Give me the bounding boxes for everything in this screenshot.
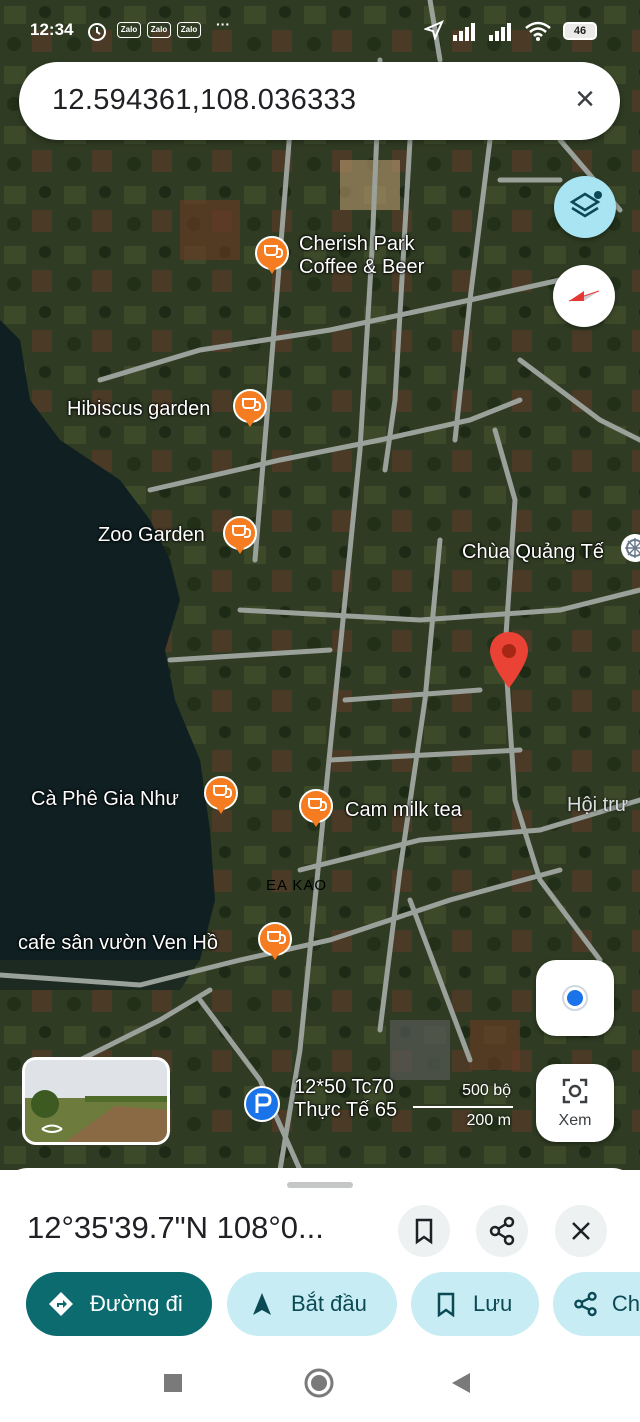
camera-lens-icon	[562, 1078, 588, 1104]
directions-button[interactable]: Đường đi	[26, 1272, 212, 1336]
poi-label: Cam milk tea	[345, 799, 462, 821]
share-button[interactable]	[476, 1205, 528, 1257]
navigation-icon	[253, 1293, 271, 1315]
share-icon	[489, 1216, 515, 1246]
location-arrow-icon	[424, 20, 444, 40]
location-pin-icon[interactable]	[488, 630, 530, 690]
status-time: 12:34	[30, 20, 74, 39]
save-chip-button[interactable]: Lưu	[411, 1272, 539, 1336]
zalo-notification-icon: Zalo	[147, 22, 171, 38]
poi-zoo-garden[interactable]: Zoo Garden	[98, 524, 205, 547]
directions-icon	[49, 1292, 73, 1316]
more-notifications-icon: ···	[216, 16, 230, 32]
parking-icon[interactable]	[243, 1085, 281, 1123]
save-label: Lưu	[473, 1291, 513, 1316]
save-button[interactable]	[398, 1205, 450, 1257]
search-bar[interactable]: 12.594361,108.036333 ×	[19, 62, 620, 140]
compass-icon	[568, 290, 600, 302]
layers-button[interactable]	[554, 176, 616, 238]
close-icon	[572, 1222, 590, 1240]
cafe-icon[interactable]	[258, 922, 292, 962]
area-label-partial: Hội trư	[567, 794, 629, 816]
layers-icon	[569, 191, 602, 218]
poi-label: Hibiscus garden	[67, 398, 211, 420]
poi-cafe-san-vuon-ven-ho[interactable]: cafe sân vườn Ven Hồ	[18, 932, 218, 955]
scale-line	[413, 1106, 513, 1108]
signal-icon	[453, 23, 511, 41]
share-icon	[574, 1291, 597, 1317]
cafe-icon[interactable]	[233, 389, 267, 429]
poi-label: Coffee & Beer	[299, 256, 425, 278]
alarm-icon	[88, 23, 106, 41]
poi-cam-milk-tea[interactable]: Cam milk tea	[345, 799, 462, 822]
status-bar: 12:34 Zalo Zalo Zalo ··· 46	[0, 0, 640, 60]
cafe-icon[interactable]	[299, 789, 333, 829]
street-view-thumbnail[interactable]	[22, 1057, 170, 1145]
poi-chua-quang-te[interactable]: Chùa Quảng Tế	[462, 541, 604, 564]
my-location-button[interactable]	[536, 960, 614, 1036]
back-icon[interactable]	[450, 1371, 472, 1395]
wifi-icon	[525, 21, 551, 41]
close-sheet-button[interactable]	[555, 1205, 607, 1257]
start-button[interactable]: Bắt đầu	[227, 1272, 397, 1336]
compass-button[interactable]	[553, 265, 615, 327]
poi-label: Cherish Park	[299, 233, 415, 255]
lens-view-button[interactable]: Xem	[536, 1064, 614, 1142]
share-chip-button[interactable]: Ch	[553, 1272, 640, 1336]
bookmark-icon	[437, 1292, 455, 1317]
my-location-icon	[562, 985, 588, 1011]
battery-icon: 46	[563, 22, 597, 40]
scale-bar: 500 bộ 200 m	[405, 1080, 515, 1134]
cafe-icon[interactable]	[223, 516, 257, 556]
poi-label: 12*50 Tc70	[294, 1076, 394, 1098]
poi-ca-phe-gia-nhu[interactable]: Cà Phê Gia Như	[31, 788, 179, 811]
poi-cherish-park[interactable]: Cherish Park Coffee & Beer	[299, 233, 424, 279]
poi-label: Thực Tế 65	[294, 1099, 398, 1121]
close-icon[interactable]: ×	[567, 82, 603, 118]
scale-imperial: 500 bộ	[462, 1082, 511, 1099]
satellite-map[interactable]: 12:34 Zalo Zalo Zalo ··· 46 12.594361,10…	[0, 0, 640, 1170]
temple-icon[interactable]	[620, 533, 640, 567]
directions-label: Đường đi	[90, 1291, 183, 1316]
place-bottom-sheet: 12°35'39.7"N 108°0... Đường đi Bắt đầu L…	[0, 1168, 640, 1422]
poi-label: cafe sân vườn Ven Hồ	[18, 932, 218, 954]
zalo-notification-icon: Zalo	[177, 22, 201, 38]
zalo-notification-icon: Zalo	[117, 22, 141, 38]
scale-metric: 200 m	[466, 1112, 511, 1129]
sheet-drag-handle[interactable]	[287, 1182, 353, 1188]
recent-apps-icon[interactable]	[162, 1372, 184, 1394]
lens-view-label: Xem	[558, 1112, 592, 1129]
place-coordinates: 12°35'39.7"N 108°0...	[27, 1210, 324, 1245]
poi-business[interactable]: 12*50 Tc70 Thực Tế 65	[294, 1076, 397, 1122]
poi-label: Cà Phê Gia Như	[31, 788, 179, 810]
poi-hibiscus-garden[interactable]: Hibiscus garden	[67, 398, 210, 421]
poi-label: Chùa Quảng Tế	[462, 541, 604, 563]
cafe-icon[interactable]	[204, 776, 238, 816]
poi-label: Zoo Garden	[98, 524, 205, 546]
app-root: 12:34 Zalo Zalo Zalo ··· 46 12.594361,10…	[0, 0, 640, 1422]
home-icon[interactable]	[302, 1366, 336, 1400]
area-label-ea-kao: EA KAO	[266, 877, 328, 894]
share-label: Ch	[611, 1291, 640, 1316]
bookmark-icon	[415, 1218, 433, 1245]
cafe-icon[interactable]	[255, 236, 289, 276]
search-input[interactable]: 12.594361,108.036333	[52, 84, 356, 117]
start-label: Bắt đầu	[291, 1291, 367, 1316]
rotate-360-icon	[41, 1124, 63, 1133]
